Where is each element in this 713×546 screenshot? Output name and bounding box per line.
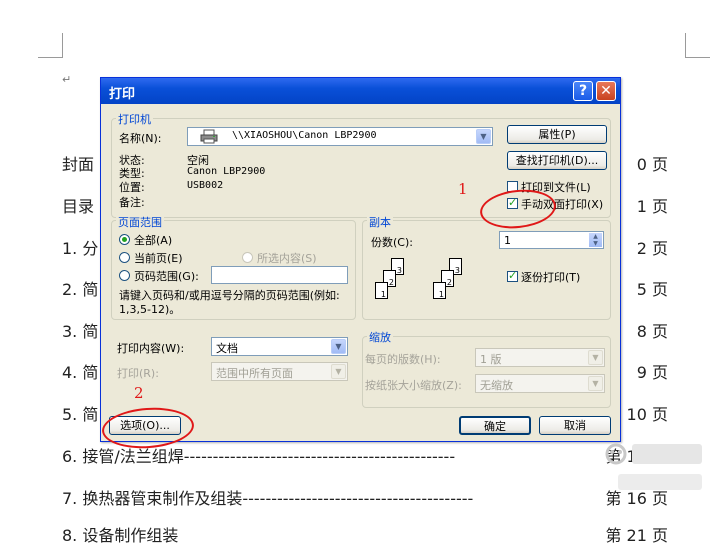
toc-entry-left: 7. 换热器管束制作及组装---------------------------… [62,489,474,508]
collate-checkbox[interactable] [507,269,518,282]
toc-entry-right: 5 页 [636,280,668,299]
current-page-label[interactable]: 当前页(E) [134,250,183,266]
chevron-down-icon[interactable]: ▼ [331,364,346,379]
print-select[interactable]: 范围中所有页面 ▼ [211,362,348,381]
scale-value: 无缩放 [480,379,513,392]
all-pages-label[interactable]: 全部(A) [134,232,172,248]
ok-button[interactable]: 确定 [459,416,531,435]
page-corner-top-right [685,33,710,58]
print-what-label: 打印内容(W): [117,342,185,355]
printer-name-label: 名称(N): [119,132,162,145]
chevron-down-icon[interactable]: ▼ [588,350,603,365]
pages-per-sheet-value: 1 版 [480,353,502,366]
spinner-arrows-icon[interactable]: ▲ ▼ [589,233,602,247]
page-numbers-radio[interactable] [119,270,130,281]
page-range-group-label: 页面范围 [116,214,164,230]
page-thumb: 1 [433,282,446,299]
paragraph-mark: ↵ [62,73,72,86]
pages-per-sheet-select[interactable]: 1 版 ▼ [475,348,605,367]
toc-entry-left: 1. 分 [62,239,99,258]
help-icon[interactable]: ? [573,81,593,101]
printer-name-value: \\XIAOSHOU\Canon LBP2900 [232,130,377,141]
toc-entry-left: 5. 简 [62,405,99,424]
print-dialog: 打印 ? ✕ 打印机 名称(N): \\XIAOSHOU\Canon LBP29… [100,77,621,442]
toc-entry-right: 0 页 [636,155,668,174]
toc-entry-right: 10 页 [626,405,668,424]
location-label: 位置: [119,181,145,194]
dialog-title: 打印 [109,87,136,102]
copies-count-input[interactable]: 1 ▲ ▼ [499,231,604,249]
collate-pages-illustration: 3 2 1 3 2 1 [373,258,493,310]
close-icon[interactable]: ✕ [596,81,616,101]
page-numbers-input[interactable] [211,266,348,284]
copies-group-label: 副本 [367,214,393,230]
location-value: USB002 [187,180,224,191]
current-page-radio[interactable] [119,252,130,263]
printer-group-label: 打印机 [116,111,153,127]
toc-entry-left: 4. 简 [62,363,99,382]
toc-entry-left: 封面 [62,155,95,174]
copies-count-value: 1 [504,234,511,247]
dialog-titlebar[interactable]: 打印 ? ✕ [101,78,620,104]
collate-label[interactable]: 逐份打印(T) [521,269,580,285]
toc-entry-left: 目录 [62,197,95,216]
toc-entry-left: 3. 简 [62,322,99,341]
properties-button[interactable]: 属性(P) [507,125,607,144]
printer-icon [200,129,218,147]
pages-per-sheet-label: 每页的版数(H): [365,353,441,366]
zoom-group [362,336,611,408]
toc-entry-right: 第 21 页 [605,526,668,545]
selection-label[interactable]: 所选内容(S) [257,250,317,266]
page-thumb: 1 [375,282,388,299]
print-label: 打印(R): [117,367,159,380]
print-what-value: 文档 [216,342,238,355]
page-range-hint: 请键入页码和/或用逗号分隔的页码范围(例如: 1,3,5-12)。 [119,289,340,316]
chevron-down-icon[interactable]: ▼ [331,339,346,354]
printer-name-select[interactable]: \\XIAOSHOU\Canon LBP2900 ▼ [187,127,493,146]
type-value: Canon LBP2900 [187,166,266,177]
selection-radio[interactable] [242,252,253,263]
toc-entry-right: 8 页 [636,322,668,341]
find-printer-button[interactable]: 查找打印机(D)... [507,151,607,170]
print-value: 范围中所有页面 [216,367,293,380]
cancel-button[interactable]: 取消 [539,416,611,435]
chevron-down-icon[interactable]: ▼ [588,376,603,391]
print-what-select[interactable]: 文档 ▼ [211,337,348,356]
all-pages-radio[interactable] [119,234,130,245]
scale-label: 按纸张大小缩放(Z): [365,379,462,392]
scale-select[interactable]: 无缩放 ▼ [475,374,605,393]
page-numbers-label[interactable]: 页码范围(G): [134,268,199,284]
comment-label: 备注: [119,196,145,209]
watermark-logo [598,440,708,500]
toc-entry-right: 9 页 [636,363,668,382]
chevron-down-icon[interactable]: ▼ [476,129,491,144]
toc-entry-left: 2. 简 [62,280,99,299]
copies-count-label: 份数(C): [371,236,413,249]
zoom-group-label: 缩放 [367,329,393,345]
toc-entry-left: 8. 设备制作组装 [62,526,179,545]
annotation-number-2: 2 [134,384,144,402]
toc-entry-right: 1 页 [636,197,668,216]
page-corner-top-left [38,33,63,58]
toc-entry-right: 2 页 [636,239,668,258]
annotation-number-1: 1 [458,180,468,198]
